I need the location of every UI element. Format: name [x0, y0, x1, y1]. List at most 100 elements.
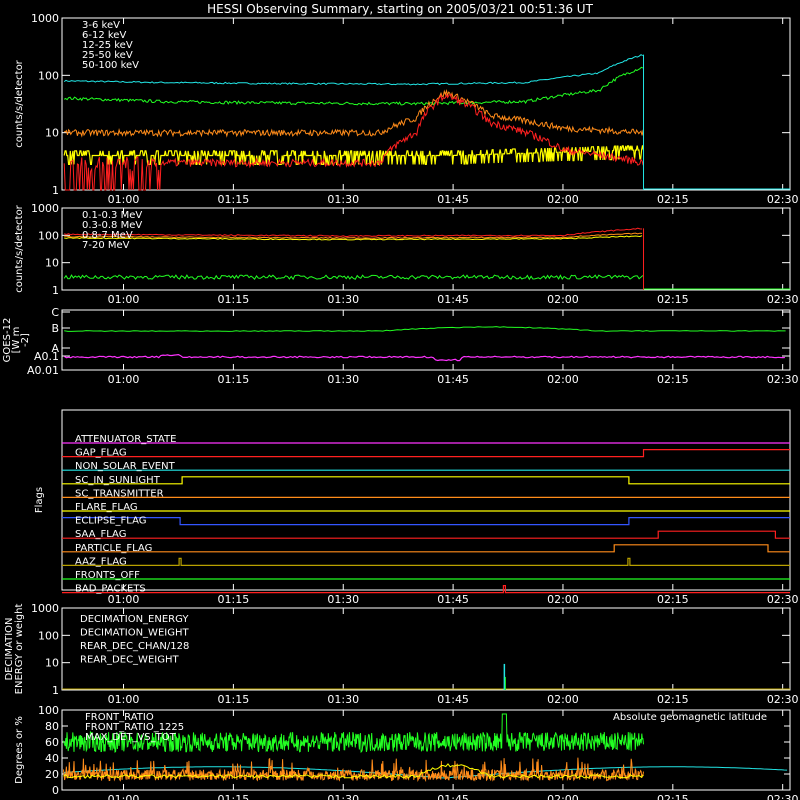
- time-tick-label-0-6: 02:30: [767, 193, 799, 206]
- y-tick-label-1-0: 1: [52, 284, 59, 297]
- time-tick-label-4-3: 01:45: [437, 693, 469, 706]
- y-tick-label-1-1: 10: [45, 257, 59, 270]
- legend-2-3: 7-20 MeV: [82, 240, 130, 251]
- time-tick-label-2-4: 02:00: [547, 373, 579, 386]
- time-tick-label-5-1: 01:15: [218, 793, 250, 800]
- time-tick-label-3-5: 02:15: [657, 593, 689, 606]
- flag-line-aaz_flag: [62, 557, 790, 566]
- series-25-50-kev: [63, 66, 644, 106]
- y-tick-label-4-1: 10: [45, 657, 59, 670]
- legend-6-2: MAX_DET_VS_TOT: [85, 732, 177, 743]
- goes-tick-label-3: B: [51, 322, 59, 335]
- panel-frame-2: [61, 309, 791, 371]
- time-tick-label-1-1: 01:15: [218, 293, 250, 306]
- time-tick-label-4-2: 01:30: [327, 693, 359, 706]
- time-tick-label-5-6: 02:30: [767, 793, 799, 800]
- time-tick-label-3-2: 01:30: [327, 593, 359, 606]
- time-tick-label-4-1: 01:15: [218, 693, 250, 706]
- y-tick-label-0-2: 100: [38, 69, 59, 82]
- ratio-tick-label-4: 80: [45, 720, 59, 733]
- y-axis-title-3: Flags: [34, 487, 45, 513]
- time-tick-label-3-0: 01:00: [108, 593, 140, 606]
- goes-tick-label-4: C: [51, 306, 59, 319]
- y-tick-label-1-2: 100: [38, 229, 59, 242]
- y-tick-label-1-3: 1000: [31, 202, 59, 215]
- flag-label-4: SC_TRANSMITTER: [75, 488, 164, 499]
- chart-title: HESSI Observing Summary, starting on 200…: [207, 2, 593, 16]
- goes-tick-label-2: A: [51, 342, 59, 355]
- time-tick-label-2-6: 02:30: [767, 373, 799, 386]
- series-max-det-vs-tot: [63, 757, 644, 783]
- goes-tick-label-0: A0.01: [27, 364, 59, 377]
- y-tick-label-0-0: 1: [52, 184, 59, 197]
- time-tick-label-0-5: 02:15: [657, 193, 689, 206]
- time-tick-label-2-5: 02:15: [657, 373, 689, 386]
- time-tick-label-0-4: 02:00: [547, 193, 579, 206]
- time-tick-label-4-0: 01:00: [108, 693, 140, 706]
- time-tick-label-0-0: 01:00: [108, 193, 140, 206]
- flag-label-10: FRONTS_OFF: [75, 570, 140, 581]
- time-tick-label-1-0: 01:00: [108, 293, 140, 306]
- legend-4: 50-100 keV: [82, 60, 139, 71]
- time-tick-label-3-3: 01:45: [437, 593, 469, 606]
- flag-line-bad_packets: [62, 585, 790, 594]
- flag-line-gap_flag: [62, 449, 790, 458]
- y-tick-label-0-1: 10: [45, 127, 59, 140]
- time-tick-label-5-3: 01:45: [437, 793, 469, 800]
- panel-frame-1: [61, 207, 791, 291]
- time-tick-label-1-2: 01:30: [327, 293, 359, 306]
- time-tick-label-3-6: 02:30: [767, 593, 799, 606]
- ratio-tick-label-2: 40: [45, 752, 59, 765]
- series-3-6-kev: [63, 93, 644, 191]
- legend-5-0: DECIMATION_ENERGY: [80, 614, 189, 625]
- ratio-tick-label-0: 0: [52, 784, 59, 797]
- series-12-25-kev: [63, 145, 644, 165]
- flag-label-9: AAZ_FLAG: [75, 556, 127, 567]
- y-axis-title-1: counts/s/detector: [14, 204, 25, 292]
- y-axis-title-5: Degrees or %: [14, 716, 25, 784]
- series-50-100-kev: [63, 54, 644, 86]
- time-tick-label-2-1: 01:15: [218, 373, 250, 386]
- time-tick-label-3-1: 01:15: [218, 593, 250, 606]
- time-tick-label-0-2: 01:30: [327, 193, 359, 206]
- time-tick-label-0-1: 01:15: [218, 193, 250, 206]
- flag-label-11: BAD_PACKETS: [75, 584, 146, 595]
- time-tick-label-1-4: 02:00: [547, 293, 579, 306]
- flag-label-6: ECLIPSE_FLAG: [75, 516, 146, 527]
- time-tick-label-2-3: 01:45: [437, 373, 469, 386]
- time-tick-label-1-6: 02:30: [767, 293, 799, 306]
- ratio-tick-label-3: 60: [45, 736, 59, 749]
- time-tick-label-5-4: 02:00: [547, 793, 579, 800]
- flag-line-sc_in_sunlight: [62, 476, 790, 485]
- flag-label-5: FLARE_FLAG: [75, 502, 138, 513]
- decimation-ylabel-1: ENERGY or weight: [14, 604, 25, 695]
- legend-5-1: DECIMATION_WEIGHT: [80, 628, 189, 639]
- y-tick-label-4-3: 1000: [31, 602, 59, 615]
- ratio-tick-label-1: 20: [45, 768, 59, 781]
- time-tick-label-2-0: 01:00: [108, 373, 140, 386]
- legend-5-2: REAR_DEC_CHAN/128: [80, 641, 189, 652]
- ratio-tick-label-5: 100: [38, 704, 59, 717]
- goes-ylabel-2: -2]: [20, 333, 31, 347]
- time-tick-label-0-3: 01:45: [437, 193, 469, 206]
- y-axis-title-0: counts/s/detector: [14, 59, 25, 147]
- goes-long-channel: [64, 326, 786, 332]
- time-tick-label-1-5: 02:15: [657, 293, 689, 306]
- y-tick-label-4-0: 1: [52, 684, 59, 697]
- observing-summary-chart: HESSI Observing Summary, starting on 200…: [2, 2, 799, 800]
- time-tick-label-4-6: 02:30: [767, 693, 799, 706]
- goes-short-channel: [63, 353, 785, 362]
- flag-line-saa_flag: [62, 530, 790, 539]
- time-tick-label-5-2: 01:30: [327, 793, 359, 800]
- time-tick-label-5-0: 01:00: [108, 793, 140, 800]
- flag-line-particle_flag: [62, 544, 790, 553]
- time-tick-label-1-3: 01:45: [437, 293, 469, 306]
- flag-label-7: SAA_FLAG: [75, 529, 126, 540]
- flag-label-1: GAP_FLAG: [75, 448, 127, 459]
- flag-label-8: PARTICLE_FLAG: [75, 543, 152, 554]
- series-7-20-mev: [63, 274, 644, 281]
- y-tick-label-0-3: 1000: [31, 12, 59, 25]
- geomagnetic-annotation: Absolute geomagnetic latitude: [613, 712, 767, 723]
- flag-label-0: ATTENUATOR_STATE: [75, 434, 176, 445]
- series-0.1-0.3-mev: [64, 227, 643, 237]
